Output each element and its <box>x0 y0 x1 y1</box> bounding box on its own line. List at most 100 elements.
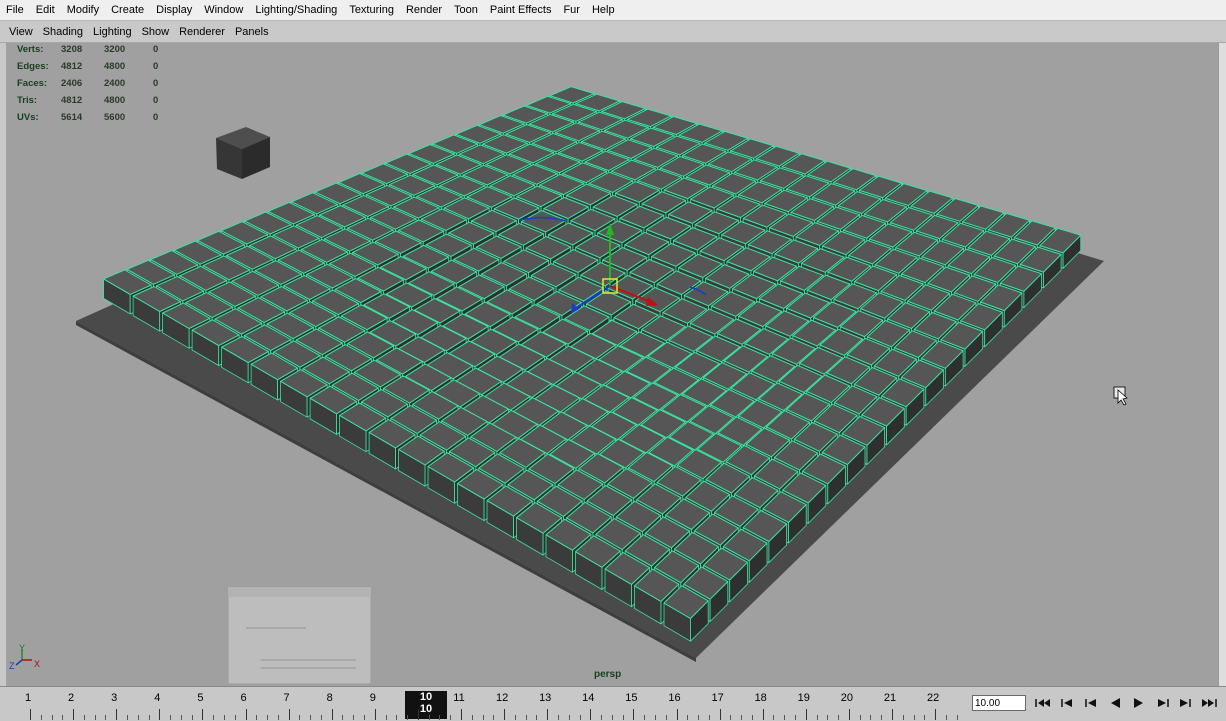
frame-minor-tick <box>213 715 215 720</box>
step-forward-frame-icon[interactable] <box>1154 694 1172 712</box>
step-back-frame-icon[interactable] <box>1082 694 1100 712</box>
frame-tick <box>633 709 635 720</box>
frame-number-label: 16 <box>668 692 681 704</box>
frame-number-label: 5 <box>197 692 204 704</box>
frame-minor-tick <box>924 715 926 720</box>
frame-minor-tick <box>148 715 150 720</box>
current-frame-field[interactable]: 10.00 <box>972 695 1026 711</box>
axis-gizmo: Y Z X <box>9 643 40 671</box>
hud-row-verts: Verts: 3208 3200 0 <box>17 43 158 58</box>
perspective-viewport[interactable]: Y Z X Verts: 3208 3200 0 Edges: 4812 480… <box>6 43 1219 686</box>
panel-menu-show[interactable]: Show <box>137 22 175 42</box>
frame-number-label: 7 <box>283 692 290 704</box>
menu-help[interactable]: Help <box>586 0 621 21</box>
step-forward-key-icon[interactable] <box>1176 694 1194 712</box>
frame-minor-tick <box>956 715 958 720</box>
hud-value: 4812 <box>61 95 83 106</box>
menu-lighting-shading[interactable]: Lighting/Shading <box>249 0 343 21</box>
hud-value: 2406 <box>61 78 83 89</box>
frame-tick <box>417 709 419 720</box>
frame-number-label: 6 <box>240 692 247 704</box>
play-backward-icon[interactable] <box>1106 694 1124 712</box>
scene-canvas[interactable]: Y Z X <box>6 43 1219 686</box>
frame-minor-tick <box>428 715 430 720</box>
frame-tick <box>935 709 937 720</box>
frame-minor-tick <box>557 715 559 720</box>
frame-minor-tick <box>471 715 473 720</box>
frame-tick <box>73 709 75 720</box>
menu-render[interactable]: Render <box>400 0 448 21</box>
hud-value: 4800 <box>104 95 126 106</box>
panel-menu-view[interactable]: View <box>4 22 38 42</box>
panel-menu-renderer[interactable]: Renderer <box>174 22 230 42</box>
hud-value: 5614 <box>61 112 83 123</box>
menu-fur[interactable]: Fur <box>557 0 586 21</box>
floating-cube <box>216 127 270 179</box>
hud-label: Faces: <box>17 78 48 89</box>
frame-minor-tick <box>267 715 269 720</box>
menu-create[interactable]: Create <box>105 0 150 21</box>
step-back-key-icon[interactable] <box>1058 694 1076 712</box>
frame-minor-tick <box>784 715 786 720</box>
frame-minor-tick <box>342 715 344 720</box>
frame-tick <box>504 709 506 720</box>
frame-minor-tick <box>385 715 387 720</box>
frame-minor-tick <box>126 715 128 720</box>
frame-minor-tick <box>482 715 484 720</box>
frame-minor-tick <box>859 715 861 720</box>
frame-minor-tick <box>234 715 236 720</box>
mouse-cursor-icon <box>1113 386 1128 406</box>
frame-number-label: 3 <box>111 692 118 704</box>
frame-number-label: 20 <box>840 692 854 704</box>
menu-paint-effects[interactable]: Paint Effects <box>484 0 558 21</box>
go-to-end-icon[interactable] <box>1200 694 1218 712</box>
frame-minor-tick <box>137 715 139 720</box>
camera-name-label: persp <box>594 669 622 680</box>
time-slider[interactable]: 10 10 1 2 3 4 5 6 7 8 9 11 12 13 14 15 16 17 18 19 20 21 22 <box>0 686 968 721</box>
hud-row-edges: Edges: 4812 4800 0 <box>17 58 158 75</box>
frame-minor-tick <box>536 715 538 720</box>
frame-minor-tick <box>105 715 107 720</box>
panel-menu-lighting[interactable]: Lighting <box>88 22 137 42</box>
viewport-scrollbar[interactable] <box>1218 43 1226 686</box>
hud-value: 3208 <box>61 44 83 55</box>
menu-display[interactable]: Display <box>150 0 198 21</box>
frame-number-label: 12 <box>495 692 509 704</box>
main-menubar: File Edit Modify Create Display Window L… <box>0 0 1226 21</box>
frame-minor-tick <box>698 715 700 720</box>
frame-tick <box>762 709 764 720</box>
frame-minor-tick <box>191 715 193 720</box>
frame-minor-tick <box>654 715 656 720</box>
go-to-start-icon[interactable] <box>1034 694 1052 712</box>
frame-minor-tick <box>40 715 42 720</box>
menu-toon[interactable]: Toon <box>448 0 484 21</box>
frame-number-label: 21 <box>883 692 897 704</box>
hud-value: 0 <box>153 95 159 106</box>
menu-file[interactable]: File <box>0 0 30 21</box>
frame-minor-tick <box>493 715 495 720</box>
frame-tick <box>331 709 333 720</box>
play-forward-icon[interactable] <box>1130 694 1148 712</box>
hud-value: 0 <box>153 112 159 123</box>
hud-row-uvs: UVs: 5614 5600 0 <box>17 109 158 126</box>
panel-menu-panels[interactable]: Panels <box>230 22 274 42</box>
frame-tick <box>719 709 721 720</box>
frame-number-label: 22 <box>926 692 940 704</box>
frame-number-label: 19 <box>797 692 810 704</box>
frame-minor-tick <box>94 715 96 720</box>
menu-window[interactable]: Window <box>198 0 249 21</box>
frame-minor-tick <box>601 715 603 720</box>
frame-minor-tick <box>277 715 279 720</box>
current-frame-top: 10 <box>419 691 433 703</box>
hud-label: Verts: <box>17 44 44 55</box>
menu-edit[interactable]: Edit <box>30 0 61 21</box>
menu-texturing[interactable]: Texturing <box>343 0 400 21</box>
hud-row-faces: Faces: 2406 2400 0 <box>17 75 158 92</box>
frame-minor-tick <box>773 715 775 720</box>
panel-menu-shading[interactable]: Shading <box>38 22 88 42</box>
playback-controls: 10.00 <box>968 686 1226 721</box>
current-frame-marker[interactable]: 10 10 <box>405 691 447 719</box>
frame-minor-tick <box>568 715 570 720</box>
frame-minor-tick <box>795 715 797 720</box>
menu-modify[interactable]: Modify <box>61 0 105 21</box>
